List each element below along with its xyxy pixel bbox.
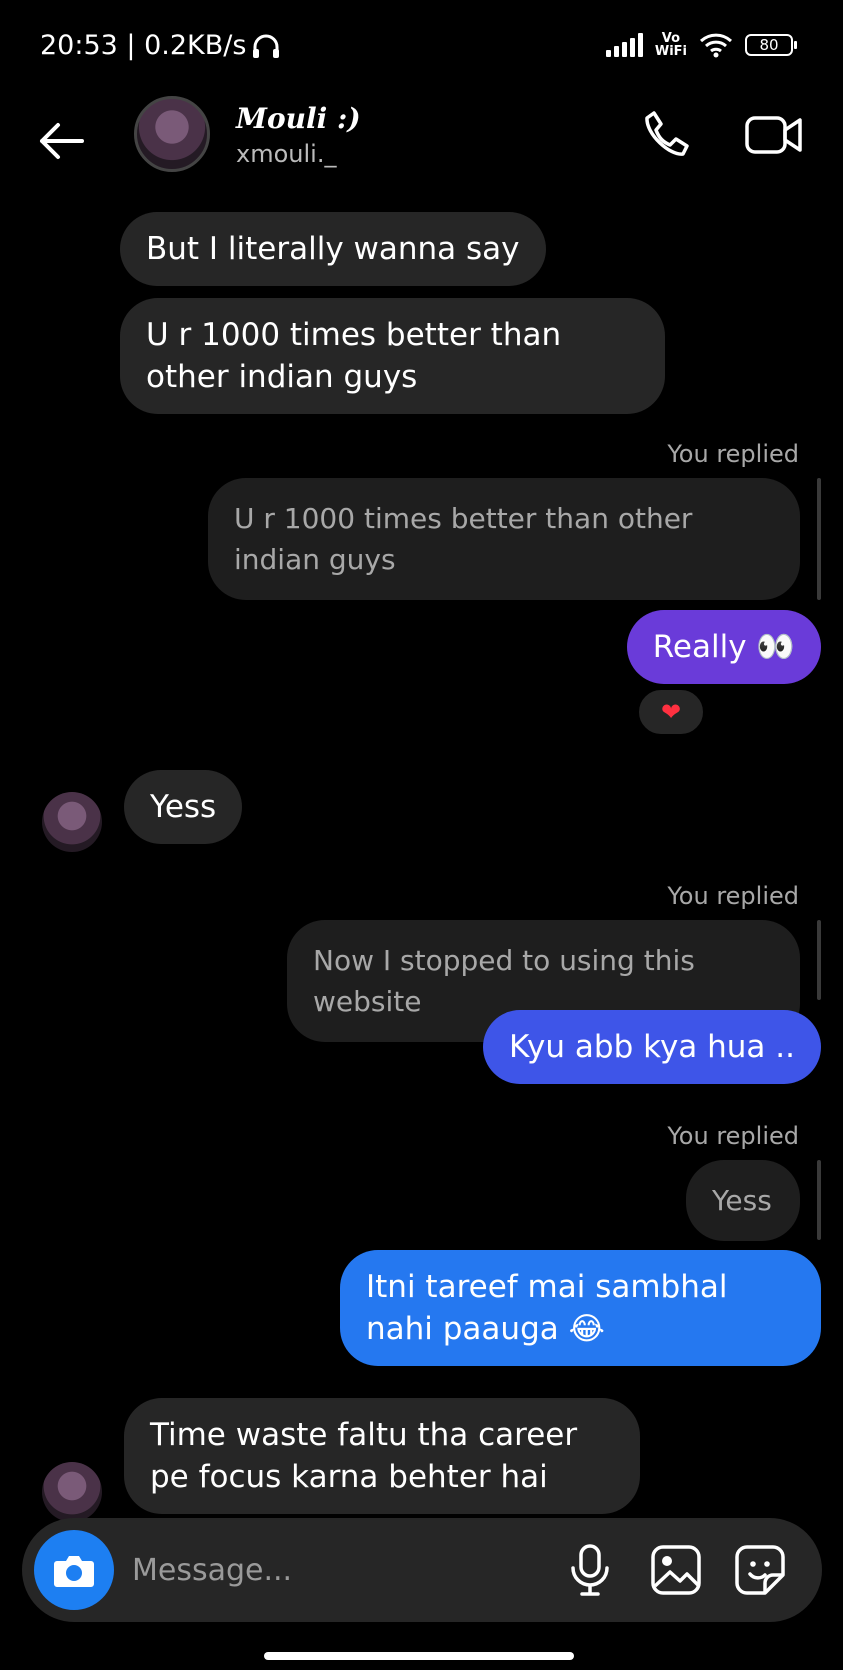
you-replied-label: You replied [667, 440, 799, 468]
phone-call-icon[interactable] [640, 108, 692, 160]
microphone-icon[interactable] [562, 1542, 618, 1598]
vowifi-bottom: WiFi [654, 44, 687, 59]
vowifi-indicator: Vo WiFi [655, 32, 687, 58]
message-outgoing[interactable]: Kyu abb kya hua .. [482, 1010, 821, 1084]
signal-icon [605, 33, 643, 57]
contact-name[interactable]: Mouli :) [236, 102, 361, 135]
chat-header: Mouli :) xmouli._ [0, 96, 843, 206]
message-input[interactable] [132, 1546, 432, 1594]
camera-icon [54, 1556, 94, 1587]
message-incoming[interactable]: But I literally wanna say [120, 212, 546, 286]
message-incoming[interactable]: Time waste faltu tha career pe focus kar… [124, 1398, 640, 1514]
status-right: Vo WiFi 80 [605, 32, 797, 58]
sender-avatar[interactable] [42, 792, 102, 852]
status-bar: 20:53 | 0.2KB/s Vo WiFi 80 [0, 0, 843, 96]
sticker-icon[interactable] [732, 1542, 788, 1598]
contact-username[interactable]: xmouli._ [236, 140, 336, 168]
reply-quote[interactable]: Yess [686, 1160, 800, 1241]
message-outgoing[interactable]: Really 👀 [626, 610, 821, 684]
gallery-icon[interactable] [648, 1542, 704, 1598]
reply-quote[interactable]: U r 1000 times better than other indian … [208, 478, 800, 600]
message-incoming[interactable]: Yess [124, 770, 243, 844]
message-outgoing[interactable]: Itni tareef mai sambhal nahi paauga 😂 [340, 1250, 821, 1366]
home-indicator[interactable] [264, 1652, 574, 1660]
reply-bar [817, 920, 821, 1000]
reply-bar [817, 1160, 821, 1240]
video-call-icon[interactable] [744, 110, 804, 158]
battery-icon: 80 [745, 34, 797, 56]
message-composer [22, 1518, 822, 1622]
headphones-icon [253, 34, 280, 58]
reply-bar [817, 478, 821, 600]
heart-reaction[interactable]: ❤ [637, 688, 705, 736]
camera-button[interactable] [34, 1530, 114, 1610]
message-incoming[interactable]: U r 1000 times better than other indian … [120, 298, 665, 414]
wifi-icon [699, 33, 733, 58]
status-time-speed: 20:53 | 0.2KB/s [40, 30, 247, 61]
you-replied-label: You replied [667, 882, 799, 910]
status-left: 20:53 | 0.2KB/s [40, 30, 280, 61]
you-replied-label: You replied [667, 1122, 799, 1150]
profile-avatar[interactable] [134, 96, 210, 172]
back-arrow-icon[interactable] [36, 116, 86, 166]
sender-avatar[interactable] [42, 1462, 102, 1522]
